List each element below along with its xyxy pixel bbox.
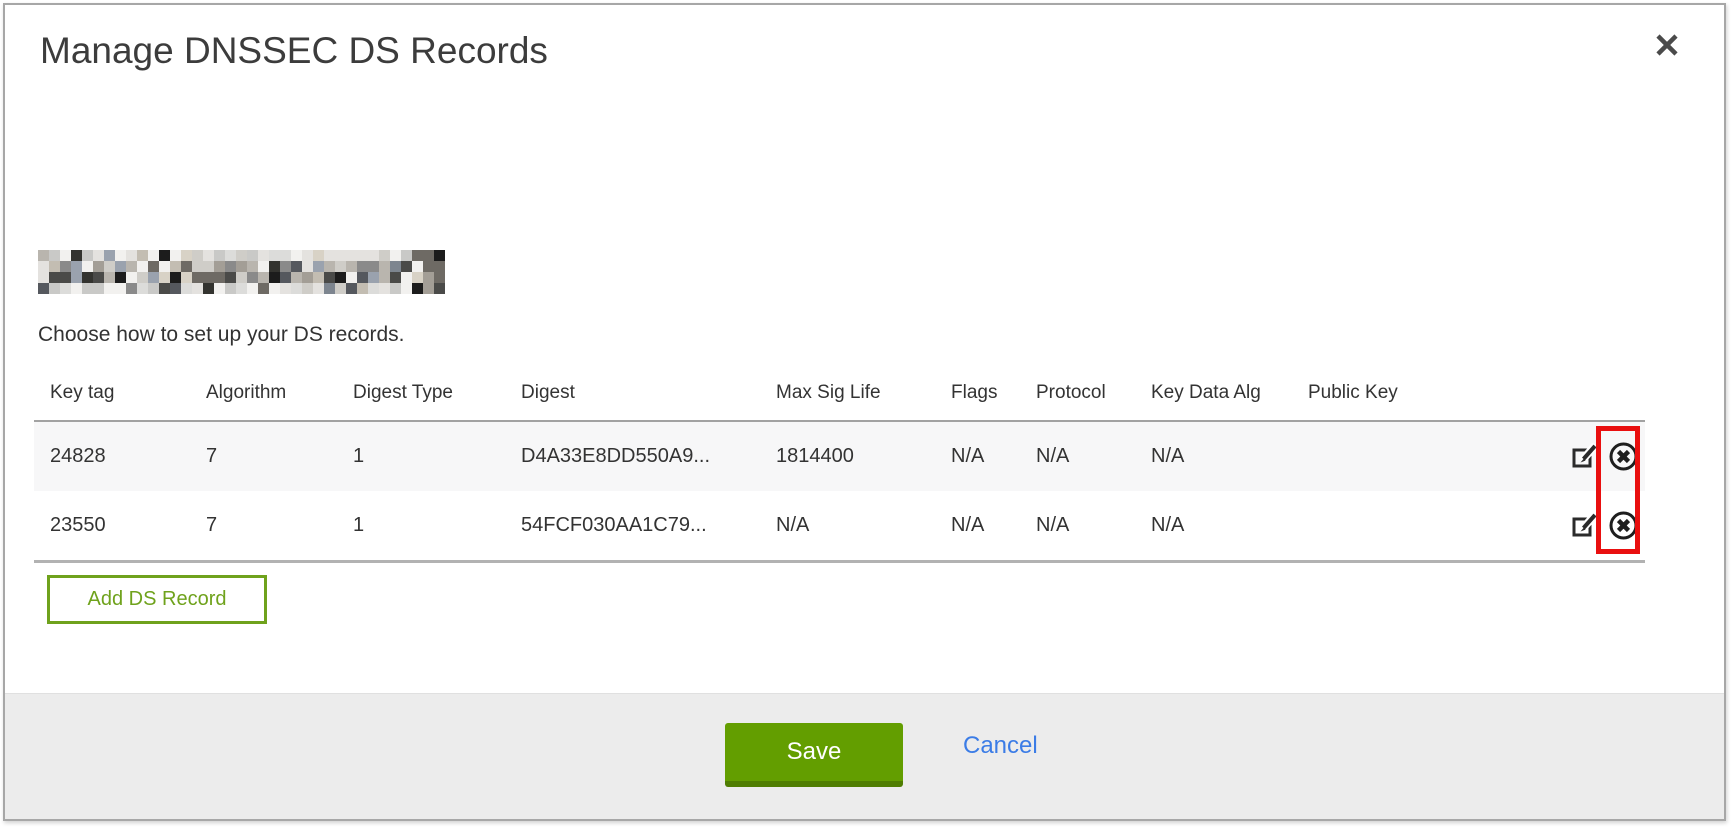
cell-algorithm: 7 — [190, 491, 337, 561]
table-header-row: Key tag Algorithm Digest Type Digest Max… — [34, 368, 1645, 421]
cell-key-tag: 24828 — [34, 421, 190, 491]
cell-key-tag: 23550 — [34, 491, 190, 561]
row-actions — [1480, 421, 1645, 491]
col-header-actions — [1480, 368, 1645, 421]
col-header-digest: Digest — [505, 368, 760, 421]
cell-protocol: N/A — [1020, 491, 1135, 561]
col-header-algorithm: Algorithm — [190, 368, 337, 421]
col-header-flags: Flags — [935, 368, 1020, 421]
cell-digest: D4A33E8DD550A9... — [505, 421, 760, 491]
delete-record-button[interactable] — [1608, 441, 1639, 472]
table-row: 23550 7 1 54FCF030AA1C79... N/A N/A N/A … — [34, 491, 1645, 561]
page-title: Manage DNSSEC DS Records — [40, 30, 548, 72]
delete-record-button[interactable] — [1608, 510, 1639, 541]
instruction-text: Choose how to set up your DS records. — [38, 323, 405, 347]
cancel-link[interactable]: Cancel — [963, 732, 1038, 760]
cell-digest: 54FCF030AA1C79... — [505, 491, 760, 561]
cell-max-sig-life: 1814400 — [760, 421, 935, 491]
col-header-protocol: Protocol — [1020, 368, 1135, 421]
circle-x-icon — [1608, 441, 1639, 472]
dnssec-ds-records-modal: Manage DNSSEC DS Records Choose how to s… — [3, 3, 1726, 821]
cell-digest-type: 1 — [337, 421, 505, 491]
edit-record-button[interactable] — [1571, 512, 1598, 539]
redacted-domain — [38, 250, 445, 294]
cell-algorithm: 7 — [190, 421, 337, 491]
save-button[interactable]: Save — [725, 723, 903, 787]
edit-icon — [1571, 512, 1598, 539]
col-header-key-tag: Key tag — [34, 368, 190, 421]
close-icon — [1652, 30, 1682, 60]
circle-x-icon — [1608, 510, 1639, 541]
ds-records-table: Key tag Algorithm Digest Type Digest Max… — [34, 368, 1645, 563]
add-ds-record-button[interactable]: Add DS Record — [47, 575, 267, 624]
col-header-digest-type: Digest Type — [337, 368, 505, 421]
cell-key-data-alg: N/A — [1135, 491, 1292, 561]
cell-flags: N/A — [935, 491, 1020, 561]
table-row: 24828 7 1 D4A33E8DD550A9... 1814400 N/A … — [34, 421, 1645, 491]
cell-max-sig-life: N/A — [760, 491, 935, 561]
col-header-key-data-alg: Key Data Alg — [1135, 368, 1292, 421]
close-button[interactable] — [1652, 27, 1688, 63]
edit-record-button[interactable] — [1571, 443, 1598, 470]
col-header-max-sig-life: Max Sig Life — [760, 368, 935, 421]
cell-protocol: N/A — [1020, 421, 1135, 491]
col-header-public-key: Public Key — [1292, 368, 1480, 421]
cell-public-key — [1292, 491, 1480, 561]
row-actions — [1480, 491, 1645, 561]
cell-public-key — [1292, 421, 1480, 491]
cell-flags: N/A — [935, 421, 1020, 491]
edit-icon — [1571, 443, 1598, 470]
footer-bar: Save Cancel — [5, 693, 1724, 819]
cell-digest-type: 1 — [337, 491, 505, 561]
cell-key-data-alg: N/A — [1135, 421, 1292, 491]
